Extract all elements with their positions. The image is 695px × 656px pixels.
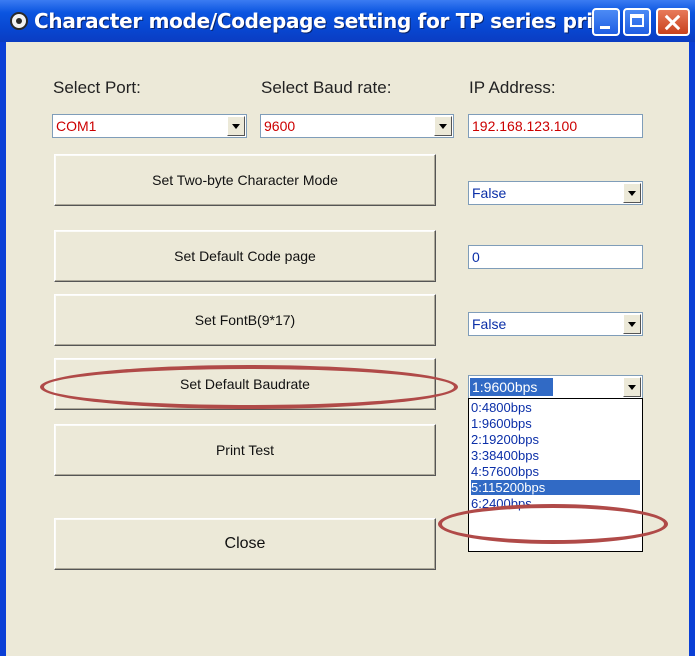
select-port-label: Select Port: bbox=[53, 78, 141, 97]
minimize-button[interactable] bbox=[592, 8, 620, 36]
close-window-button[interactable] bbox=[656, 8, 690, 36]
fontb-select[interactable]: False bbox=[468, 312, 643, 336]
two-byte-mode-value: False bbox=[472, 185, 507, 201]
dialog-body: Select Port: Select Baud rate: IP Addres… bbox=[6, 42, 689, 656]
code-page-value: 0 bbox=[472, 249, 480, 265]
fontb-value: False bbox=[472, 316, 507, 332]
chevron-down-icon[interactable] bbox=[227, 116, 245, 136]
ip-address-field[interactable]: 192.168.123.100 bbox=[468, 114, 643, 138]
baudrate-option[interactable]: 2:19200bps bbox=[471, 432, 640, 447]
set-default-code-page-button[interactable]: Set Default Code page bbox=[54, 230, 436, 282]
baudrate-value: 1:9600bps bbox=[470, 378, 553, 396]
window-title: Character mode/Codepage setting for TP s… bbox=[34, 9, 615, 33]
set-fontb-button[interactable]: Set FontB(9*17) bbox=[54, 294, 436, 346]
chevron-down-icon[interactable] bbox=[623, 377, 641, 397]
chevron-down-icon[interactable] bbox=[434, 116, 452, 136]
print-test-button[interactable]: Print Test bbox=[54, 424, 436, 476]
port-value: COM1 bbox=[56, 118, 97, 134]
baudrate-select[interactable]: 1:9600bps bbox=[468, 375, 643, 399]
app-icon bbox=[10, 12, 28, 30]
baudrate-option-highlighted[interactable]: 5:115200bps bbox=[471, 480, 640, 495]
chevron-down-icon[interactable] bbox=[623, 183, 641, 203]
select-baud-label: Select Baud rate: bbox=[261, 78, 392, 97]
baudrate-option[interactable]: 3:38400bps bbox=[471, 448, 640, 463]
ip-address-label: IP Address: bbox=[469, 78, 556, 97]
baud-select[interactable]: 9600 bbox=[260, 114, 454, 138]
chevron-down-icon[interactable] bbox=[623, 314, 641, 334]
maximize-button[interactable] bbox=[623, 8, 651, 36]
app-window: Character mode/Codepage setting for TP s… bbox=[0, 0, 695, 656]
ip-value: 192.168.123.100 bbox=[472, 118, 578, 134]
baud-value: 9600 bbox=[264, 118, 296, 134]
title-bar[interactable]: Character mode/Codepage setting for TP s… bbox=[0, 0, 695, 42]
two-byte-mode-select[interactable]: False bbox=[468, 181, 643, 205]
baudrate-option[interactable]: 1:9600bps bbox=[471, 416, 640, 431]
close-button[interactable]: Close bbox=[54, 518, 436, 570]
annotation-ellipse-option bbox=[438, 504, 668, 544]
set-two-byte-mode-button[interactable]: Set Two-byte Character Mode bbox=[54, 154, 436, 206]
baudrate-option[interactable]: 4:57600bps bbox=[471, 464, 640, 479]
code-page-field[interactable]: 0 bbox=[468, 245, 643, 269]
port-select[interactable]: COM1 bbox=[52, 114, 247, 138]
baudrate-option[interactable]: 0:4800bps bbox=[471, 400, 640, 415]
annotation-ellipse-baudrate bbox=[40, 365, 458, 409]
